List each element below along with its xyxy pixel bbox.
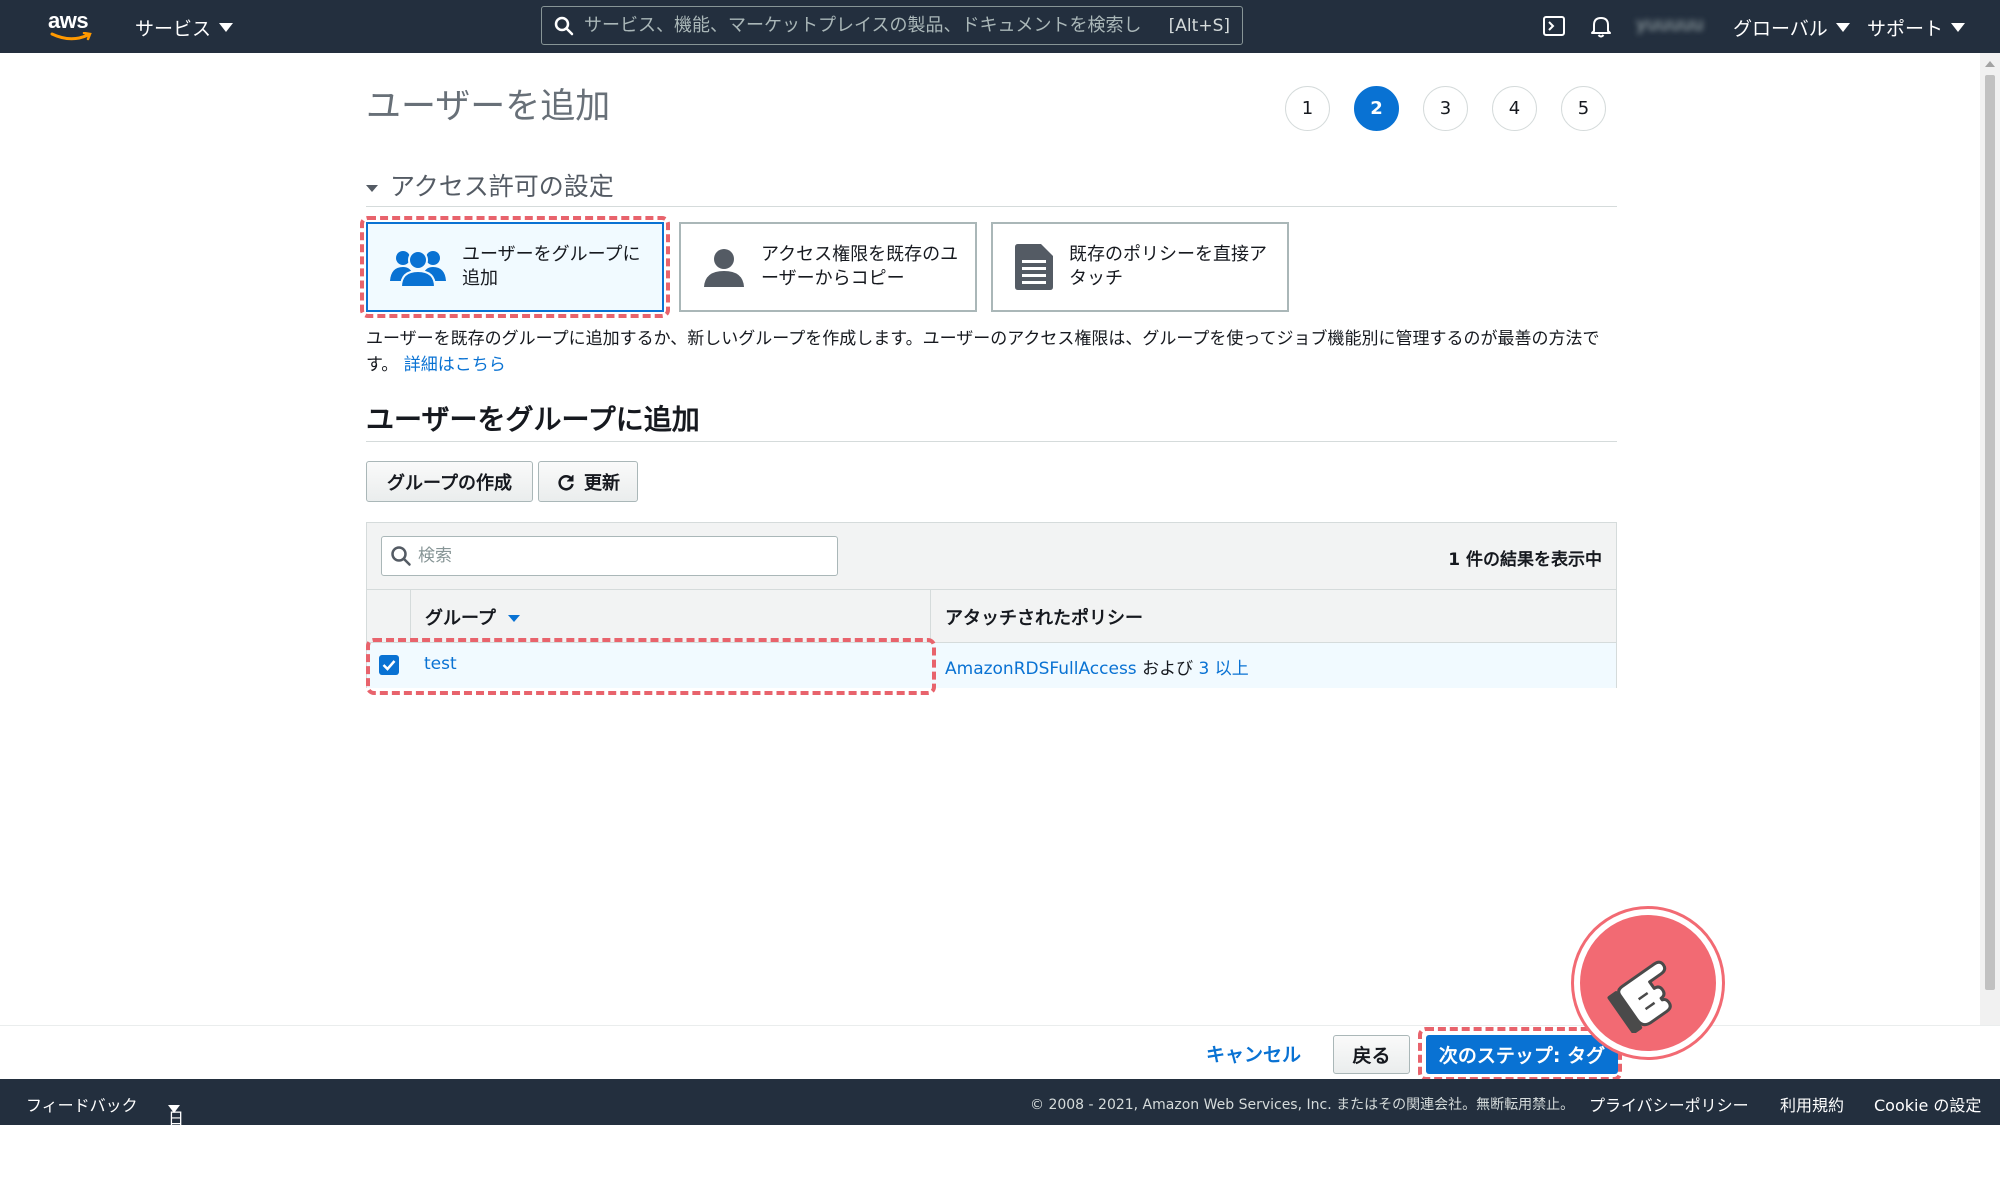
highlight-frame: [360, 216, 670, 318]
console-footer: フィードバック 日本語 © 2008 - 2021, Amazon Web Se…: [0, 1079, 2000, 1176]
create-group-label: グループの作成: [387, 472, 512, 494]
user-icon: [701, 245, 747, 289]
refresh-icon: [558, 474, 574, 490]
search-icon: [391, 546, 411, 566]
policy-more-link[interactable]: 3 以上: [1198, 659, 1248, 679]
wizard-steps: 1 2 3 4 5: [1285, 86, 1606, 131]
attached-policies: AmazonRDSFullAccess および 3 以上: [945, 654, 1249, 679]
option-label: 既存のポリシーを直接アタッチ: [1069, 244, 1267, 289]
region-menu[interactable]: グローバル: [1733, 14, 1850, 41]
page-title: ユーザーを追加: [366, 87, 611, 127]
option-copy-permissions[interactable]: アクセス権限を既存のユーザーからコピー: [679, 222, 977, 312]
back-button[interactable]: 戻る: [1333, 1035, 1410, 1074]
step-5[interactable]: 5: [1561, 86, 1606, 131]
account-menu[interactable]: yuuuuu: [1636, 14, 1704, 35]
vertical-scrollbar[interactable]: [1980, 53, 2000, 1025]
chevron-down-icon: [219, 23, 234, 32]
scrollbar-thumb[interactable]: [1985, 75, 1995, 990]
global-search[interactable]: [Alt+S]: [541, 6, 1243, 45]
chevron-down-icon: [168, 1105, 180, 1113]
caret-down-icon: [366, 184, 378, 192]
column-header-group[interactable]: グループ: [411, 590, 931, 643]
services-label: サービス: [135, 18, 212, 40]
cookie-settings-link[interactable]: Cookie の設定: [1874, 1092, 1981, 1116]
table-header: グループ アタッチされたポリシー: [367, 590, 1616, 643]
refresh-button[interactable]: 更新: [538, 461, 638, 502]
divider: [366, 206, 1617, 207]
bell-icon[interactable]: [1588, 13, 1614, 39]
document-icon: [1013, 243, 1055, 291]
copyright: © 2008 - 2021, Amazon Web Services, Inc.…: [1030, 1097, 1575, 1113]
column-header-label: グループ: [425, 607, 496, 629]
cloudshell-icon[interactable]: [1541, 13, 1567, 39]
search-shortcut: [Alt+S]: [1168, 15, 1230, 36]
result-count: 1 件の結果を表示中: [1448, 550, 1602, 570]
step-4[interactable]: 4: [1492, 86, 1537, 131]
option-attach-policy[interactable]: 既存のポリシーを直接アタッチ: [991, 222, 1289, 312]
divider: [366, 441, 1617, 442]
groups-section-title: ユーザーをグループに追加: [366, 403, 700, 436]
aws-logo[interactable]: aws: [48, 10, 94, 44]
chevron-down-icon: [1835, 23, 1850, 32]
feedback-link[interactable]: フィードバック: [26, 1092, 138, 1116]
policy-link[interactable]: AmazonRDSFullAccess: [945, 659, 1137, 679]
table-search[interactable]: [381, 536, 838, 576]
region-label: グローバル: [1733, 18, 1828, 40]
language-label: 日本語: [168, 1109, 185, 1176]
pointing-hand-icon: [1574, 909, 1722, 1057]
support-label: サポート: [1867, 18, 1944, 40]
permissions-description: ユーザーを既存のグループに追加するか、新しいグループを作成します。ユーザーのアク…: [366, 326, 1616, 378]
step-2[interactable]: 2: [1354, 86, 1399, 131]
description-text: ユーザーを既存のグループに追加するか、新しいグループを作成します。ユーザーのアク…: [366, 329, 1600, 375]
permissions-section-toggle[interactable]: アクセス許可の設定: [366, 167, 614, 203]
chevron-down-icon: [1951, 23, 1966, 32]
aws-logo-text: aws: [48, 8, 89, 33]
search-icon: [554, 16, 574, 35]
step-1[interactable]: 1: [1285, 86, 1330, 131]
terms-link[interactable]: 利用規約: [1780, 1092, 1844, 1116]
policy-and: および: [1142, 659, 1194, 679]
column-header-label: アタッチされたポリシー: [945, 607, 1143, 629]
table-search-input[interactable]: [418, 546, 837, 566]
support-menu[interactable]: サポート: [1867, 14, 1966, 41]
global-search-input[interactable]: [584, 15, 1169, 36]
scroll-up-arrow-icon[interactable]: [1985, 61, 1995, 67]
highlight-frame: [1418, 1027, 1622, 1081]
services-menu[interactable]: サービス: [135, 14, 234, 41]
create-group-button[interactable]: グループの作成: [366, 461, 533, 502]
cancel-button[interactable]: キャンセル: [1206, 1040, 1301, 1067]
learn-more-link[interactable]: 詳細はこちら: [404, 355, 506, 375]
sort-descending-icon: [507, 615, 520, 622]
refresh-label: 更新: [584, 472, 620, 494]
highlight-frame: [366, 638, 936, 695]
top-nav: aws サービス [Alt+S] yuuuuu グローバル サポート: [0, 0, 2000, 53]
header-checkbox-cell: [367, 590, 411, 643]
step-3[interactable]: 3: [1423, 86, 1468, 131]
permissions-section-title: アクセス許可の設定: [390, 172, 614, 201]
option-label: アクセス権限を既存のユーザーからコピー: [761, 244, 959, 289]
column-header-policies: アタッチされたポリシー: [931, 590, 1616, 643]
table-toolbar: 1 件の結果を表示中: [367, 523, 1616, 590]
aws-smile-icon: [50, 32, 92, 41]
privacy-link[interactable]: プライバシーポリシー: [1589, 1092, 1749, 1116]
